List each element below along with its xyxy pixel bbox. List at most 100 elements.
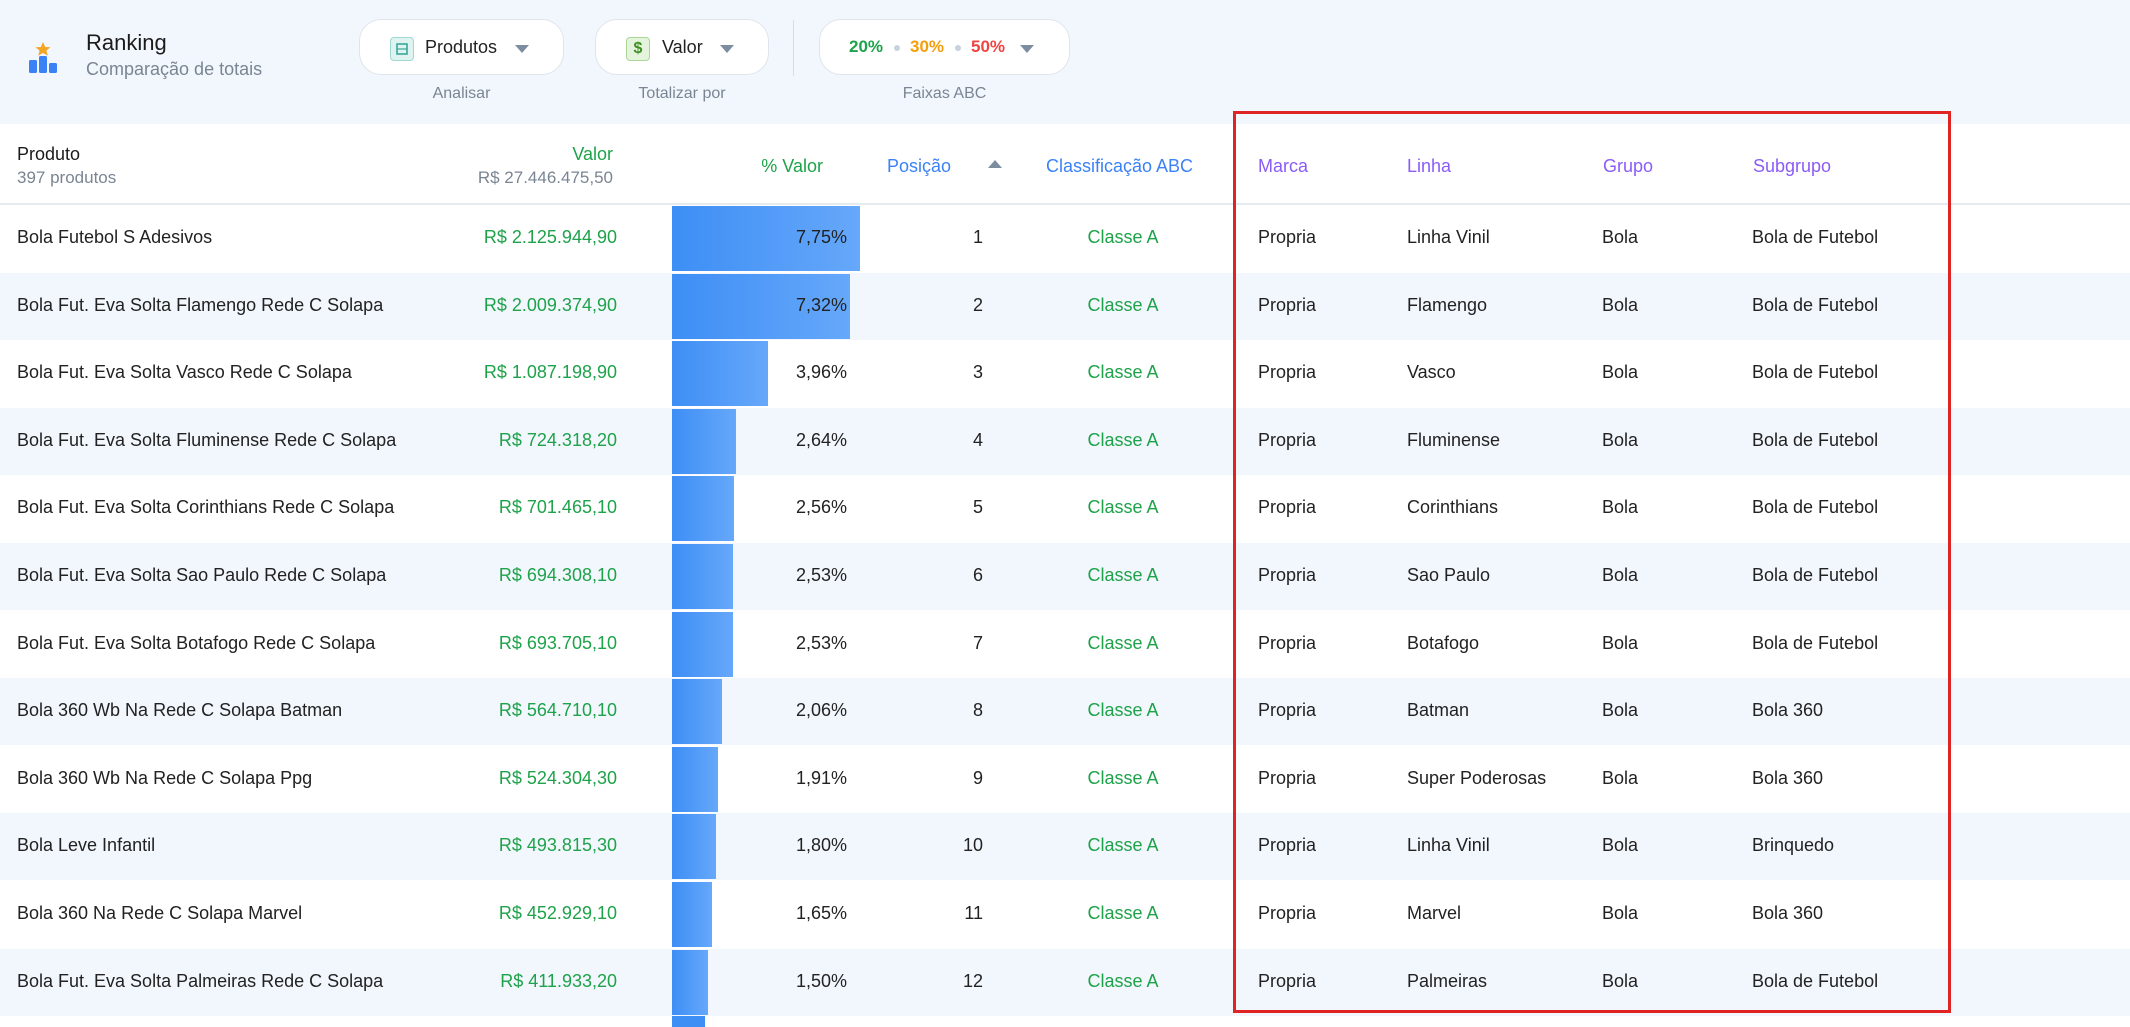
abc-class: Classe A	[1087, 903, 1159, 923]
position: 2	[972, 294, 983, 315]
group: Bola	[1602, 362, 1639, 383]
sort-ascending-icon[interactable]	[988, 160, 1002, 168]
abc-class: Classe A	[1087, 700, 1159, 721]
group: Bola	[1602, 565, 1639, 585]
product-name: Bola Fut. Eva Solta Corinthians Rede C S…	[17, 497, 395, 518]
analyze-label: Analisar	[432, 85, 491, 102]
product-value: R$ 452.929,10	[498, 903, 617, 923]
table-row[interactable]: Bola Futebol S Adesivos R$ 2.125.944,90 7,…	[0, 205, 2130, 272]
column-linha[interactable]: Linha	[1407, 156, 1451, 177]
value-percent: 2,56%	[795, 497, 847, 518]
ranking-icon	[29, 42, 57, 73]
product-name: Bola Fut. Eva Solta Sao Paulo Rede C Sol…	[17, 565, 387, 585]
column-classificacao[interactable]: Classificação ABC	[1046, 156, 1193, 177]
chevron-down-icon	[1020, 45, 1034, 53]
column-subgrupo[interactable]: Subgrupo	[1753, 156, 1831, 177]
separator-dot	[894, 45, 900, 51]
position: 9	[972, 767, 983, 788]
brand: Propria	[1258, 227, 1317, 247]
table-row[interactable]: Bola Leve Infantil R$ 493.815,30 1,80% 10 Cl…	[0, 813, 2130, 881]
abc-range-c: 50%	[971, 37, 1006, 56]
table-row[interactable]: Bola 360 Wb Na Rede C Solapa Batman R$ 56…	[0, 678, 2130, 746]
group: Bola	[1602, 903, 1639, 923]
abc-range-b: 30%	[910, 37, 945, 56]
subgroup: Bola de Futebol	[1752, 429, 1879, 450]
subgroup: Bola 360	[1752, 767, 1824, 788]
value-percent: 2,06%	[795, 700, 847, 721]
valor-total: R$ 27.446.475,50	[477, 168, 613, 187]
subgroup: Bola de Futebol	[1752, 970, 1879, 991]
table-row[interactable]: Bola Fut. Eva Solta Palmeiras Rede C Sol…	[0, 948, 2130, 1016]
line: Corinthians	[1407, 497, 1499, 518]
value-bar	[672, 679, 722, 745]
value-percent: 2,53%	[795, 565, 847, 585]
product-name: Bola Fut. Eva Solta Palmeiras Rede C Sol…	[17, 970, 384, 991]
table-row[interactable]: Bola 360 Na Rede C Solapa Marvel R$ 452.9…	[0, 881, 2130, 948]
position: 8	[972, 700, 983, 721]
table-header: Produto 397 produtos Valor R$ 27.446.475…	[0, 124, 2130, 205]
position: 3	[972, 362, 983, 383]
abc-class: Classe A	[1087, 565, 1159, 585]
value-percent: 1,50%	[795, 970, 847, 991]
page-title: Ranking	[86, 30, 167, 55]
value-bar	[672, 544, 733, 609]
brand: Propria	[1258, 700, 1317, 721]
subgroup: Bola 360	[1752, 903, 1824, 923]
subgroup: Bola de Futebol	[1752, 227, 1879, 247]
total-by-label: Totalizar por	[638, 85, 726, 102]
table-row[interactable]: Bola 360 Wb Na Rede C Solapa Ppg R$ 524.3…	[0, 746, 2130, 813]
abc-class: Classe A	[1087, 767, 1159, 788]
column-produto[interactable]: Produto	[17, 144, 80, 165]
column-posicao[interactable]: Posição	[887, 156, 951, 177]
product-value: R$ 693.705,10	[498, 632, 617, 653]
column-grupo[interactable]: Grupo	[1603, 156, 1653, 177]
subgroup: Bola de Futebol	[1752, 565, 1879, 585]
chevron-down-icon	[515, 45, 529, 53]
abc-class: Classe A	[1087, 632, 1159, 653]
brand: Propria	[1258, 835, 1317, 856]
group: Bola	[1602, 767, 1639, 788]
brand: Propria	[1258, 767, 1317, 788]
total-by-dropdown[interactable]: $ Valor	[595, 19, 769, 75]
table-row[interactable]: Bola Fut. Eva Solta Botafogo Rede C Sola…	[0, 611, 2130, 678]
line: Flamengo	[1407, 294, 1488, 315]
group: Bola	[1602, 970, 1639, 991]
dollar-icon: $	[626, 37, 650, 61]
brand: Propria	[1258, 632, 1317, 653]
analyze-dropdown[interactable]: Produtos	[359, 19, 564, 75]
value-percent: 2,53%	[795, 632, 847, 653]
table-row[interactable]: Bola Fut. Eva Solta Flamengo Rede C Sola…	[0, 272, 2130, 340]
column-marca[interactable]: Marca	[1258, 156, 1308, 177]
position: 5	[972, 497, 983, 518]
value-bar	[672, 746, 718, 812]
table-row[interactable]: Bola Fut. Eva Solta Vasco Rede C Solapa R…	[0, 340, 2130, 407]
brand: Propria	[1258, 294, 1317, 315]
value-percent: 1,80%	[795, 835, 847, 856]
product-value: R$ 493.815,30	[498, 835, 617, 856]
separator-dot	[955, 45, 961, 51]
abc-class: Classe A	[1087, 970, 1159, 991]
table-row[interactable]: Bola Fut. Eva Solta Corinthians Rede C S…	[0, 475, 2130, 542]
abc-ranges-dropdown[interactable]: 20% 30% 50%	[819, 19, 1070, 75]
table-row[interactable]: Bola Fut. Eva Solta Sao Paulo Rede C Sol…	[0, 543, 2130, 610]
product-value: R$ 524.304,30	[498, 767, 617, 788]
analyze-value: Produtos	[425, 37, 498, 57]
position: 6	[972, 565, 983, 585]
group: Bola	[1602, 429, 1639, 450]
group: Bola	[1602, 227, 1639, 247]
brand: Propria	[1258, 362, 1317, 383]
position: 11	[964, 903, 983, 923]
brand: Propria	[1258, 970, 1317, 991]
product-name: Bola Fut. Eva Solta Flamengo Rede C Sola…	[17, 294, 384, 315]
table-row[interactable]: Bola Fut. Eva Solta Fluminense Rede C So…	[0, 407, 2130, 475]
total-by-value: Valor	[662, 37, 703, 57]
line: Vasco	[1407, 362, 1456, 383]
column-pct-valor[interactable]: % Valor	[740, 156, 823, 177]
column-valor[interactable]: Valor	[367, 144, 613, 165]
brand: Propria	[1258, 565, 1317, 585]
position: 10	[962, 835, 983, 856]
value-percent: 1,65%	[795, 903, 847, 923]
abc-class: Classe A	[1087, 294, 1159, 315]
product-value: R$ 564.710,10	[498, 700, 617, 721]
divider	[793, 20, 794, 76]
